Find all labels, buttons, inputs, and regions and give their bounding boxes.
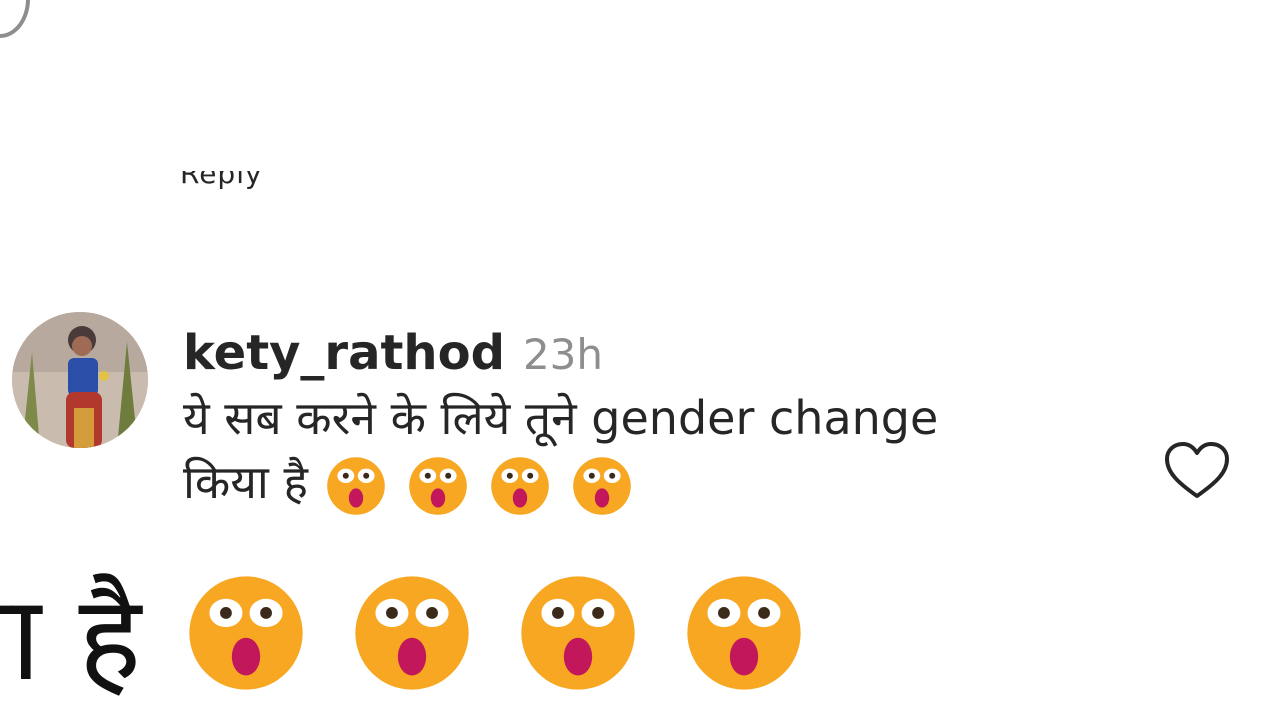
zoomed-comment-preview: या है [0,562,1280,720]
like-button[interactable] [1163,440,1231,502]
zoomed-emoji-group [187,574,803,692]
comment-meta: kety_rathod 23h [183,322,1143,386]
astonished-face-icon [408,456,468,516]
comment-timestamp[interactable]: 23h [523,324,603,386]
astonished-face-icon [490,456,550,516]
astonished-face-icon [326,456,386,516]
astonished-face-icon [187,574,305,692]
zoomed-text: या है [0,569,142,707]
comment-body: kety_rathod 23h ये सब करने के लिये तूने … [183,322,1143,516]
reply-label: Reply [180,171,263,190]
heart-outline-icon [1165,442,1229,498]
username-link[interactable]: kety_rathod [183,322,505,384]
astonished-face-icon [685,574,803,692]
reply-link-previous[interactable]: Reply [180,171,320,203]
astonished-face-icon [353,574,471,692]
astonished-face-icon [572,456,632,516]
comment-text-line-1: ये सब करने के लिये तूने gender change [183,391,939,445]
scroll-arc-icon [0,0,30,38]
comment-text-line-2: किया है [183,450,1143,516]
avatar[interactable] [12,312,148,448]
astonished-face-icon [519,574,637,692]
comment-item: kety_rathod 23h ये सब करने के लिये तूने … [0,300,1280,560]
avatar-photo [12,312,148,448]
comment-emoji-group [326,456,632,516]
comment-text: ये सब करने के लिये तूने gender change कि… [183,386,1143,516]
comment-text-line-2-words: किया है [183,455,308,509]
